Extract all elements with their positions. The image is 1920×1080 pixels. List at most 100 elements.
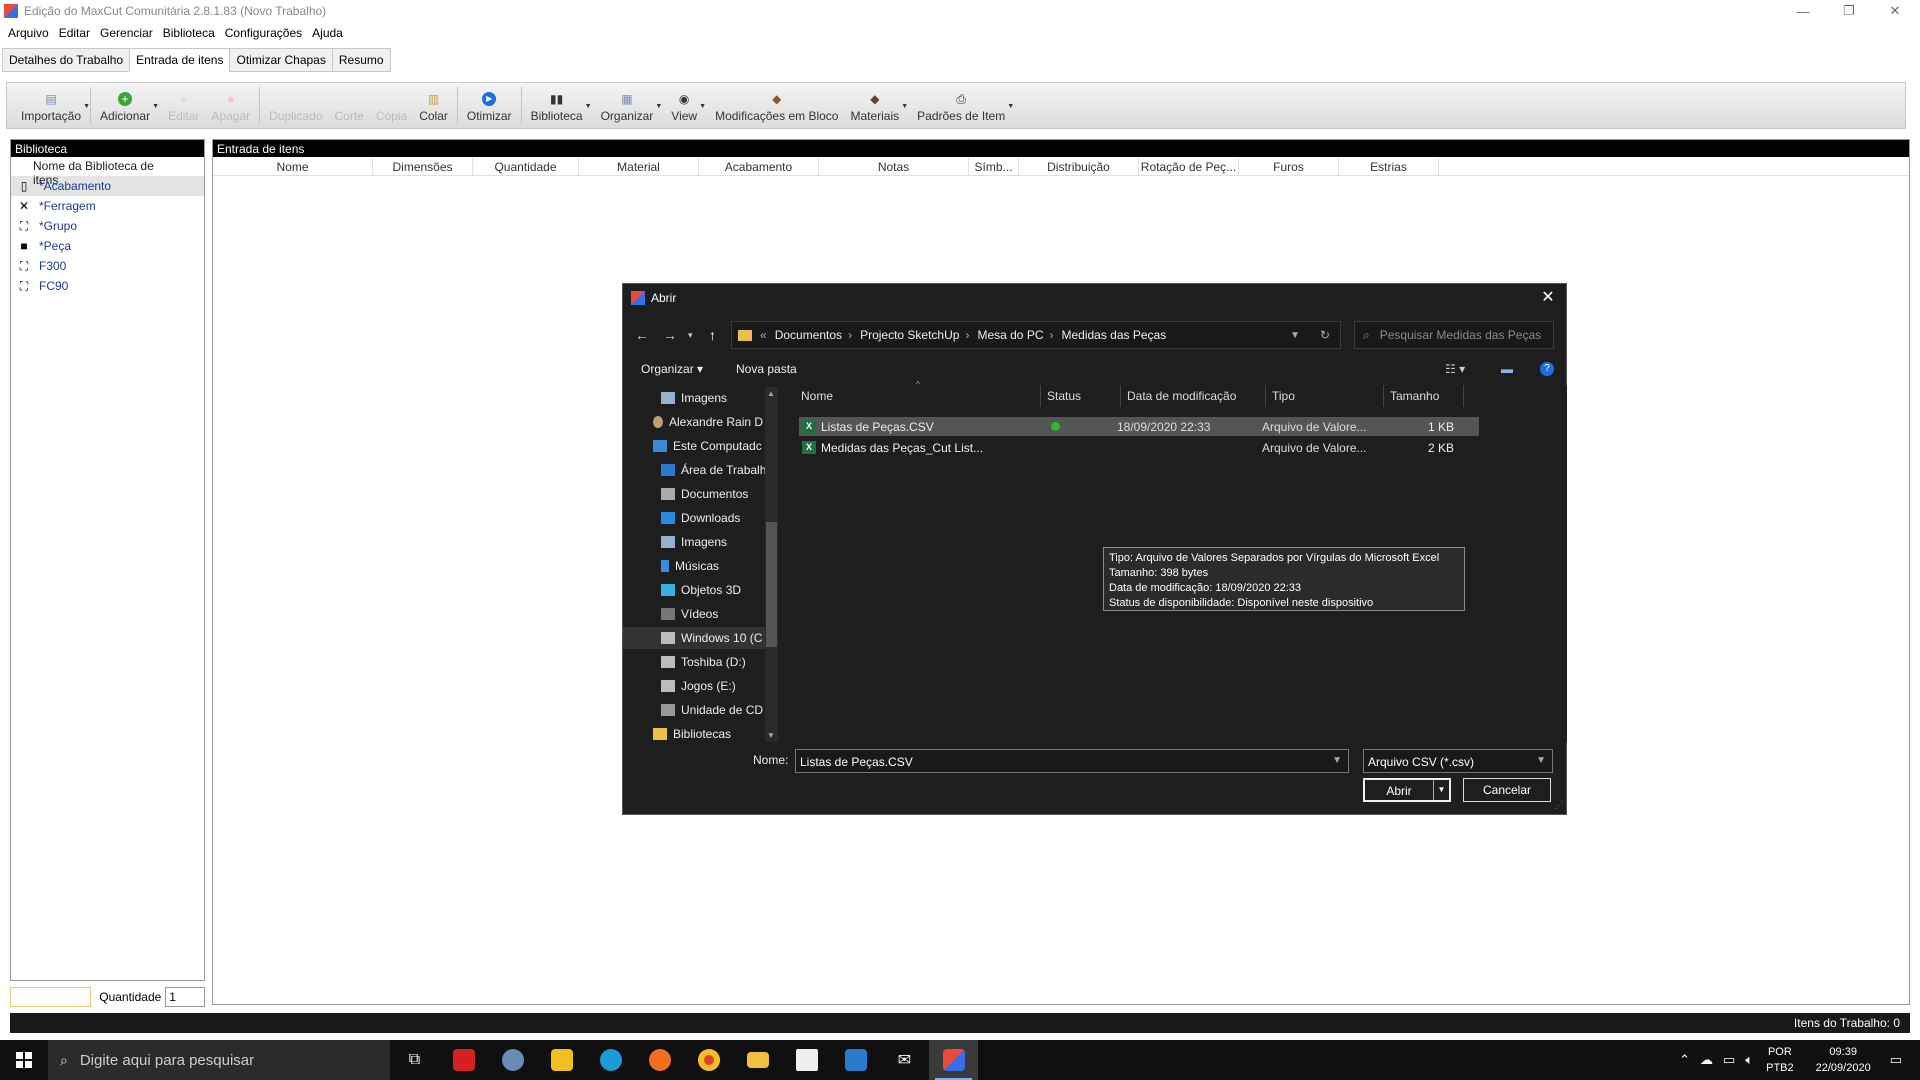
notifications-icon[interactable]: ▭ <box>1890 1052 1902 1068</box>
scroll-down-icon[interactable]: ▼ <box>767 731 775 740</box>
library-button[interactable]: ▮▮ Biblioteca ▼ <box>525 83 592 128</box>
library-item-ferragem[interactable]: ✕ *Ferragem <box>11 196 204 216</box>
chevron-down-icon[interactable]: ▼ <box>1332 755 1342 766</box>
nav-item[interactable]: Documentos <box>661 483 778 505</box>
dialog-close-button[interactable]: ✕ <box>1536 287 1560 307</box>
cancel-button[interactable]: Cancelar <box>1463 778 1551 802</box>
tab-resumo[interactable]: Resumo <box>331 48 391 72</box>
organize-button[interactable]: ▦ Organizar ▼ <box>595 83 663 128</box>
back-arrow-icon[interactable]: ← <box>635 327 649 343</box>
bulk-edit-button[interactable]: ◆ Modificações em Bloco <box>709 83 844 128</box>
new-folder-button[interactable]: Nova pasta <box>736 362 797 376</box>
scroll-up-icon[interactable]: ▲ <box>767 389 775 398</box>
maxcut-taskbar-icon[interactable] <box>929 1040 978 1080</box>
close-button[interactable]: ✕ <box>1872 0 1918 22</box>
copy-button[interactable]: Cópia <box>370 83 413 128</box>
mail-envelope-icon[interactable]: ✉ <box>880 1040 929 1080</box>
app-yellow-icon[interactable] <box>537 1040 586 1080</box>
edge-icon[interactable] <box>586 1040 635 1080</box>
nav-item[interactable]: Toshiba (D:) <box>661 651 778 673</box>
dropdown-arrow-icon[interactable]: ▼ <box>901 103 908 110</box>
search-input[interactable]: ⌕ Pesquisar Medidas das Peças <box>1354 321 1554 349</box>
view-button[interactable]: ◉ View ▼ <box>665 83 706 128</box>
mail-icon[interactable] <box>831 1040 880 1080</box>
restore-button[interactable]: ❐ <box>1826 0 1872 22</box>
col-dimensoes[interactable]: Dimensões <box>373 157 473 175</box>
library-item-f300[interactable]: ⛶ F300 <box>11 256 204 276</box>
file-row[interactable]: X Medidas das Peças_Cut List... Arquivo … <box>799 438 1479 457</box>
breadcrumb-medidas[interactable]: Medidas das Peças <box>1061 328 1166 342</box>
file-type-select[interactable]: Arquivo CSV (*.csv) ▼ <box>1363 749 1553 773</box>
preview-pane-icon[interactable]: ▬ <box>1501 362 1513 376</box>
menu-ajuda[interactable]: Ajuda <box>307 26 348 40</box>
nav-item[interactable]: Jogos (E:) <box>661 675 778 697</box>
view-options-icon[interactable]: ☷ ▾ <box>1445 362 1465 376</box>
col-quantidade[interactable]: Quantidade <box>473 157 579 175</box>
dropdown-arrow-icon[interactable]: ▼ <box>655 103 662 110</box>
tab-otimizar[interactable]: Otimizar Chapas <box>229 48 333 72</box>
navigation-scrollbar[interactable]: ▲ ▼ <box>765 387 778 742</box>
tab-detalhes[interactable]: Detalhes do Trabalho <box>2 48 131 72</box>
col-distribuicao[interactable]: Distribuição <box>1019 157 1139 175</box>
dropdown-arrow-icon[interactable]: ▼ <box>699 103 706 110</box>
app-red-icon[interactable] <box>439 1040 488 1080</box>
open-button[interactable]: Abrir ▼ <box>1363 778 1451 802</box>
minimize-button[interactable]: — <box>1780 0 1826 22</box>
volume-icon[interactable]: 🔈︎ <box>1745 1052 1753 1068</box>
quick-add-input[interactable] <box>10 987 92 1007</box>
nav-item[interactable]: Windows 10 (C <box>623 627 765 649</box>
col-furos[interactable]: Furos <box>1239 157 1339 175</box>
start-button[interactable] <box>0 1040 48 1080</box>
item-defaults-button[interactable]: ⎙ Padrões de Item ▼ <box>911 83 1014 128</box>
dropdown-arrow-icon[interactable]: ▼ <box>152 103 159 110</box>
resize-grip-icon[interactable]: ⋰ <box>1554 800 1563 811</box>
nav-item[interactable]: Objetos 3D <box>661 579 778 601</box>
duplicate-button[interactable]: Duplicado <box>263 83 328 128</box>
col-size[interactable]: Tamanho <box>1384 385 1464 407</box>
nav-item[interactable]: Bibliotecas <box>653 723 778 742</box>
help-icon[interactable]: ? <box>1540 362 1554 376</box>
filename-input[interactable]: Listas de Peças.CSV ▼ <box>795 749 1349 773</box>
col-notas[interactable]: Notas <box>819 157 969 175</box>
cloud-icon[interactable]: ☁ <box>1700 1052 1713 1068</box>
breadcrumb-documentos[interactable]: Documentos <box>775 328 842 342</box>
clock[interactable]: 09:39 22/09/2020 <box>1816 1044 1871 1076</box>
menu-gerenciar[interactable]: Gerenciar <box>95 26 158 40</box>
dropdown-arrow-icon[interactable]: ▼ <box>1007 103 1014 110</box>
nav-item[interactable]: Alexandre Rain D <box>653 411 778 433</box>
nav-item[interactable]: Vídeos <box>661 603 778 625</box>
menu-editar[interactable]: Editar <box>54 26 95 40</box>
library-item-grupo[interactable]: ⛶ *Grupo <box>11 216 204 236</box>
col-type[interactable]: Tipo <box>1266 385 1384 407</box>
firefox-icon[interactable] <box>635 1040 684 1080</box>
col-name[interactable]: Nome <box>781 385 1041 407</box>
store-icon[interactable] <box>782 1040 831 1080</box>
dropdown-arrow-icon[interactable]: ▼ <box>585 103 592 110</box>
menu-arquivo[interactable]: Arquivo <box>3 26 54 40</box>
library-column-header[interactable]: Nome da Biblioteca de itens <box>11 157 204 187</box>
chrome-icon[interactable] <box>684 1040 733 1080</box>
cut-button[interactable]: Corte <box>329 83 370 128</box>
library-item-peca[interactable]: ■ *Peça <box>11 236 204 256</box>
col-status[interactable]: Status <box>1041 385 1121 407</box>
nav-item[interactable]: Downloads <box>661 507 778 529</box>
nav-item[interactable]: Unidade de CD <box>661 699 778 721</box>
file-row[interactable]: X Listas de Peças.CSV 18/09/2020 22:33 A… <box>799 417 1479 436</box>
breadcrumb-mesa[interactable]: Mesa do PC <box>977 328 1043 342</box>
nav-item[interactable]: Este Computadc <box>653 435 778 457</box>
open-dropdown-icon[interactable]: ▼ <box>1433 780 1449 800</box>
add-button[interactable]: + Adicionar ▼ <box>94 83 159 128</box>
col-estrias[interactable]: Estrias <box>1339 157 1439 175</box>
chevron-up-icon[interactable]: ⌃ <box>1679 1052 1690 1068</box>
address-bar[interactable]: « Documentos › Projecto SketchUp › Mesa … <box>731 321 1341 349</box>
menu-configuracoes[interactable]: Configurações <box>220 26 307 40</box>
input-language[interactable]: POR PTB2 <box>1766 1044 1794 1076</box>
tab-entrada[interactable]: Entrada de itens <box>129 48 231 72</box>
recent-locations-icon[interactable]: ▾ <box>688 330 693 341</box>
import-button[interactable]: ▤ Importação ▼ <box>15 83 90 128</box>
nav-item[interactable]: Imagens <box>661 387 778 409</box>
breadcrumb-projecto[interactable]: Projecto SketchUp <box>860 328 959 342</box>
task-view-icon[interactable]: ⧉ <box>390 1040 439 1080</box>
taskbar-search-box[interactable]: ⌕ Digite aqui para pesquisar <box>48 1040 390 1080</box>
col-rotacao[interactable]: Rotação de Peç... <box>1139 157 1239 175</box>
